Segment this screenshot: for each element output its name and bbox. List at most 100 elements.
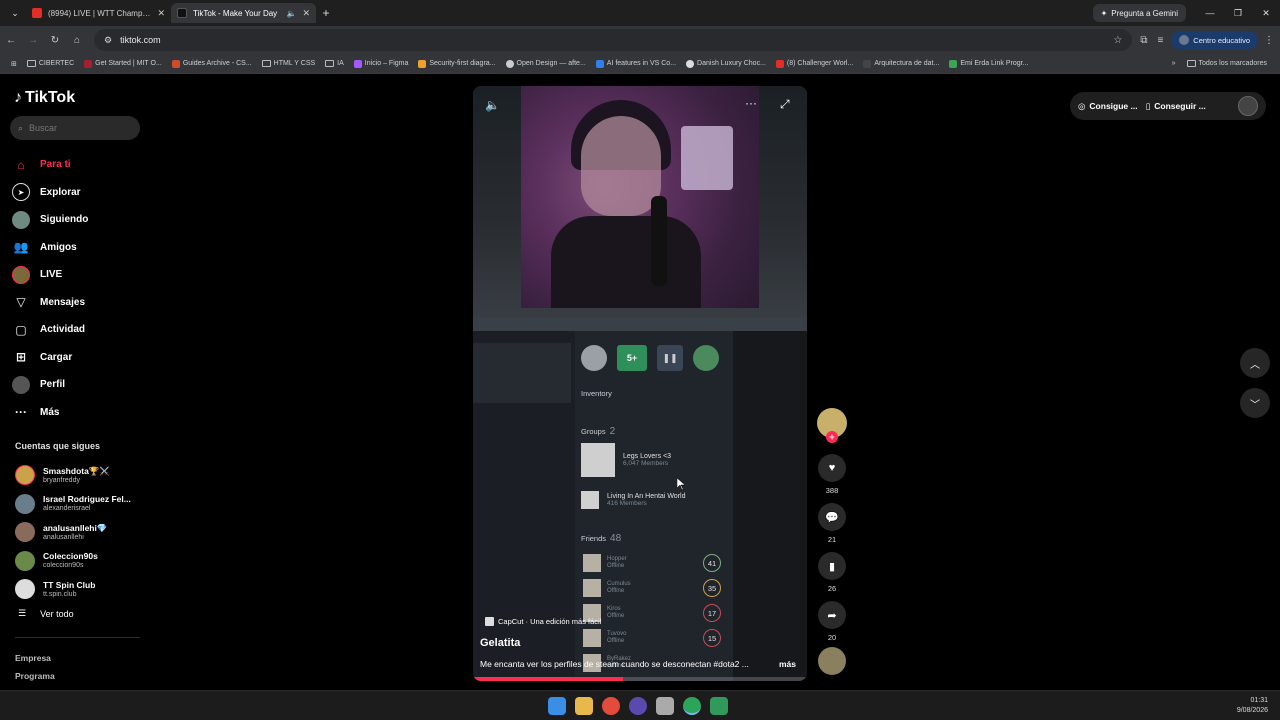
sidebar-item-mensajes[interactable]: ▽ Mensajes: [12, 289, 88, 317]
tab-wtt[interactable]: (8994) LIVE | WTT Champions ✕: [26, 3, 171, 23]
following-account[interactable]: Smashdota🏆⚔️ bryanfreddy: [15, 461, 131, 490]
bookmark-item[interactable]: Open Design — afte...: [501, 59, 591, 68]
video-player[interactable]: 5+ ❚❚ Inventory Groups 2 Legs Lovers <3 6,…: [473, 86, 807, 681]
profile-chip[interactable]: Centro educativo: [1171, 31, 1258, 49]
ask-gemini-button[interactable]: ✦ Pregunta a Gemini: [1092, 4, 1186, 22]
windows-start-icon[interactable]: [548, 697, 566, 715]
search-box[interactable]: ⌕: [10, 116, 140, 140]
avatar: [15, 550, 35, 571]
sidebar-item-para-ti[interactable]: ⌂ Para ti: [12, 151, 88, 179]
sidebar-item-amigos[interactable]: 👥 Amigos: [12, 234, 88, 262]
share-button[interactable]: ➦: [818, 601, 846, 629]
bookmark-item[interactable]: Emi Erda Link Progr...: [944, 59, 1033, 68]
fullscreen-icon[interactable]: ⤢: [780, 97, 790, 112]
close-window-icon[interactable]: ✕: [1252, 8, 1280, 19]
save-button[interactable]: ▮: [818, 552, 846, 580]
sidebar-item-actividad[interactable]: ▢ Actividad: [12, 316, 88, 344]
window-controls: — ❐ ✕: [1196, 8, 1280, 19]
get-app-button[interactable]: ▯ Conseguir ...: [1146, 101, 1206, 112]
tab-search-button[interactable]: ⌄: [4, 3, 26, 23]
all-bookmarks[interactable]: Todos los marcadores: [1182, 60, 1272, 67]
apps-grid-icon[interactable]: ⊞: [6, 60, 22, 68]
tab-tiktok[interactable]: TikTok - Make Your Day 🔈 ✕: [171, 3, 316, 23]
search-input[interactable]: [29, 123, 120, 133]
bookmark-item[interactable]: AI features in VS Co...: [591, 59, 681, 68]
sidebar-item-mas[interactable]: ··· Más: [12, 399, 88, 427]
friends-label: Friends 48: [581, 533, 621, 544]
bookmark-item[interactable]: (8) Challenger Worl...: [771, 59, 858, 68]
new-tab-button[interactable]: +: [316, 6, 336, 20]
following-account[interactable]: Israel Rodriguez Fel... alexanderisrael: [15, 490, 131, 519]
reload-icon[interactable]: ↻: [44, 35, 66, 46]
previous-video-button[interactable]: ︿: [1240, 348, 1270, 378]
sidebar-item-live[interactable]: LIVE: [12, 261, 88, 289]
bookmark-item[interactable]: Inicio – Figma: [349, 59, 414, 68]
footer-link-programa[interactable]: Programa: [15, 668, 97, 686]
restore-icon[interactable]: ❐: [1224, 8, 1252, 19]
close-tab-icon[interactable]: ✕: [157, 8, 165, 19]
see-more-link[interactable]: más: [779, 659, 796, 669]
more-bookmarks-icon[interactable]: »: [1172, 60, 1176, 67]
music-disc-icon[interactable]: [818, 647, 846, 675]
sidebar-item-perfil[interactable]: Perfil: [12, 371, 88, 399]
tab-title: (8994) LIVE | WTT Champions: [48, 8, 152, 18]
see-all-button[interactable]: ☰ Ver todo: [18, 608, 74, 619]
app-icon[interactable]: [656, 697, 674, 715]
more-options-icon[interactable]: ···: [745, 96, 757, 110]
following-account[interactable]: Coleccion90s coleccion90s: [15, 547, 131, 576]
bookmark-star-icon[interactable]: ☆: [1113, 35, 1122, 46]
user-avatar[interactable]: [1238, 96, 1258, 116]
sidebar-item-explorar[interactable]: ➤ Explorar: [12, 179, 88, 207]
bookmark-item[interactable]: IA: [320, 60, 349, 67]
capcut-tag[interactable]: CapCut · Una edición más fácil: [485, 617, 601, 626]
video-progress-bar[interactable]: [473, 677, 807, 681]
app-icon[interactable]: [629, 697, 647, 715]
reading-list-icon[interactable]: ≡: [1157, 35, 1163, 46]
like-button[interactable]: ♥: [818, 454, 846, 482]
back-icon[interactable]: ←: [0, 35, 22, 46]
sidebar-item-siguiendo[interactable]: Siguiendo: [12, 206, 88, 234]
following-account[interactable]: TT Spin Club tt.spin.club: [15, 575, 131, 604]
bookmark-item[interactable]: Danish Luxury Choc...: [681, 59, 771, 68]
forward-icon[interactable]: →: [22, 35, 44, 46]
heart-icon: ♥: [828, 462, 836, 474]
close-tab-icon[interactable]: ✕: [302, 8, 310, 19]
bookmark-item[interactable]: CIBERTEC: [22, 60, 79, 67]
file-explorer-icon[interactable]: [575, 697, 593, 715]
site-icon: [418, 59, 427, 68]
minimize-icon[interactable]: —: [1196, 8, 1224, 19]
youtube-icon: [775, 59, 784, 68]
bookmark-item[interactable]: Arquitectura de dat...: [858, 59, 944, 68]
sidebar-item-cargar[interactable]: ⊞ Cargar: [12, 344, 88, 372]
app-icon[interactable]: [710, 697, 728, 715]
home-icon: ⌂: [17, 157, 25, 172]
friend-level: 17: [703, 604, 721, 622]
site-info-icon[interactable]: ⚙: [104, 35, 112, 46]
comment-button[interactable]: 💬: [818, 503, 846, 531]
home-browser-icon[interactable]: ⌂: [66, 35, 88, 46]
bookmark-item[interactable]: Get Started | MIT O...: [79, 59, 167, 68]
account-name: Coleccion90s: [43, 551, 98, 562]
bookmark-item[interactable]: HTML Y CSS: [257, 60, 321, 67]
browser-menu-icon[interactable]: ⋮: [1258, 35, 1280, 46]
creator-avatar[interactable]: +: [817, 408, 847, 443]
chrome-icon[interactable]: [602, 697, 620, 715]
tiktok-logo[interactable]: ♪ TikTok: [14, 89, 75, 107]
account-name: TT Spin Club: [43, 579, 96, 590]
folder-icon: [261, 60, 271, 67]
chrome-active-icon[interactable]: [683, 697, 701, 715]
top-right-actions: ◎ Consigue ... ▯ Conseguir ...: [1070, 92, 1266, 120]
follow-plus-icon[interactable]: +: [826, 431, 838, 443]
get-coins-button[interactable]: ◎ Consigue ...: [1078, 101, 1138, 112]
address-bar[interactable]: ⚙ tiktok.com ☆: [94, 29, 1133, 51]
footer-link-empresa[interactable]: Empresa: [15, 650, 97, 668]
bookmark-item[interactable]: Security-first diagra...: [413, 59, 500, 68]
extensions-icon[interactable]: ⧉: [1140, 35, 1147, 46]
bookmark-item[interactable]: Guides Archive - CS...: [167, 59, 257, 68]
video-author[interactable]: Gelatita: [480, 637, 520, 649]
volume-icon[interactable]: 🔈: [485, 98, 500, 112]
following-account[interactable]: analusanllehi💎 analusanllehi: [15, 518, 131, 547]
next-video-button[interactable]: ﹀: [1240, 388, 1270, 418]
audio-playing-icon[interactable]: 🔈: [286, 9, 296, 18]
system-clock[interactable]: 01:31 9/08/2026: [1237, 696, 1268, 716]
